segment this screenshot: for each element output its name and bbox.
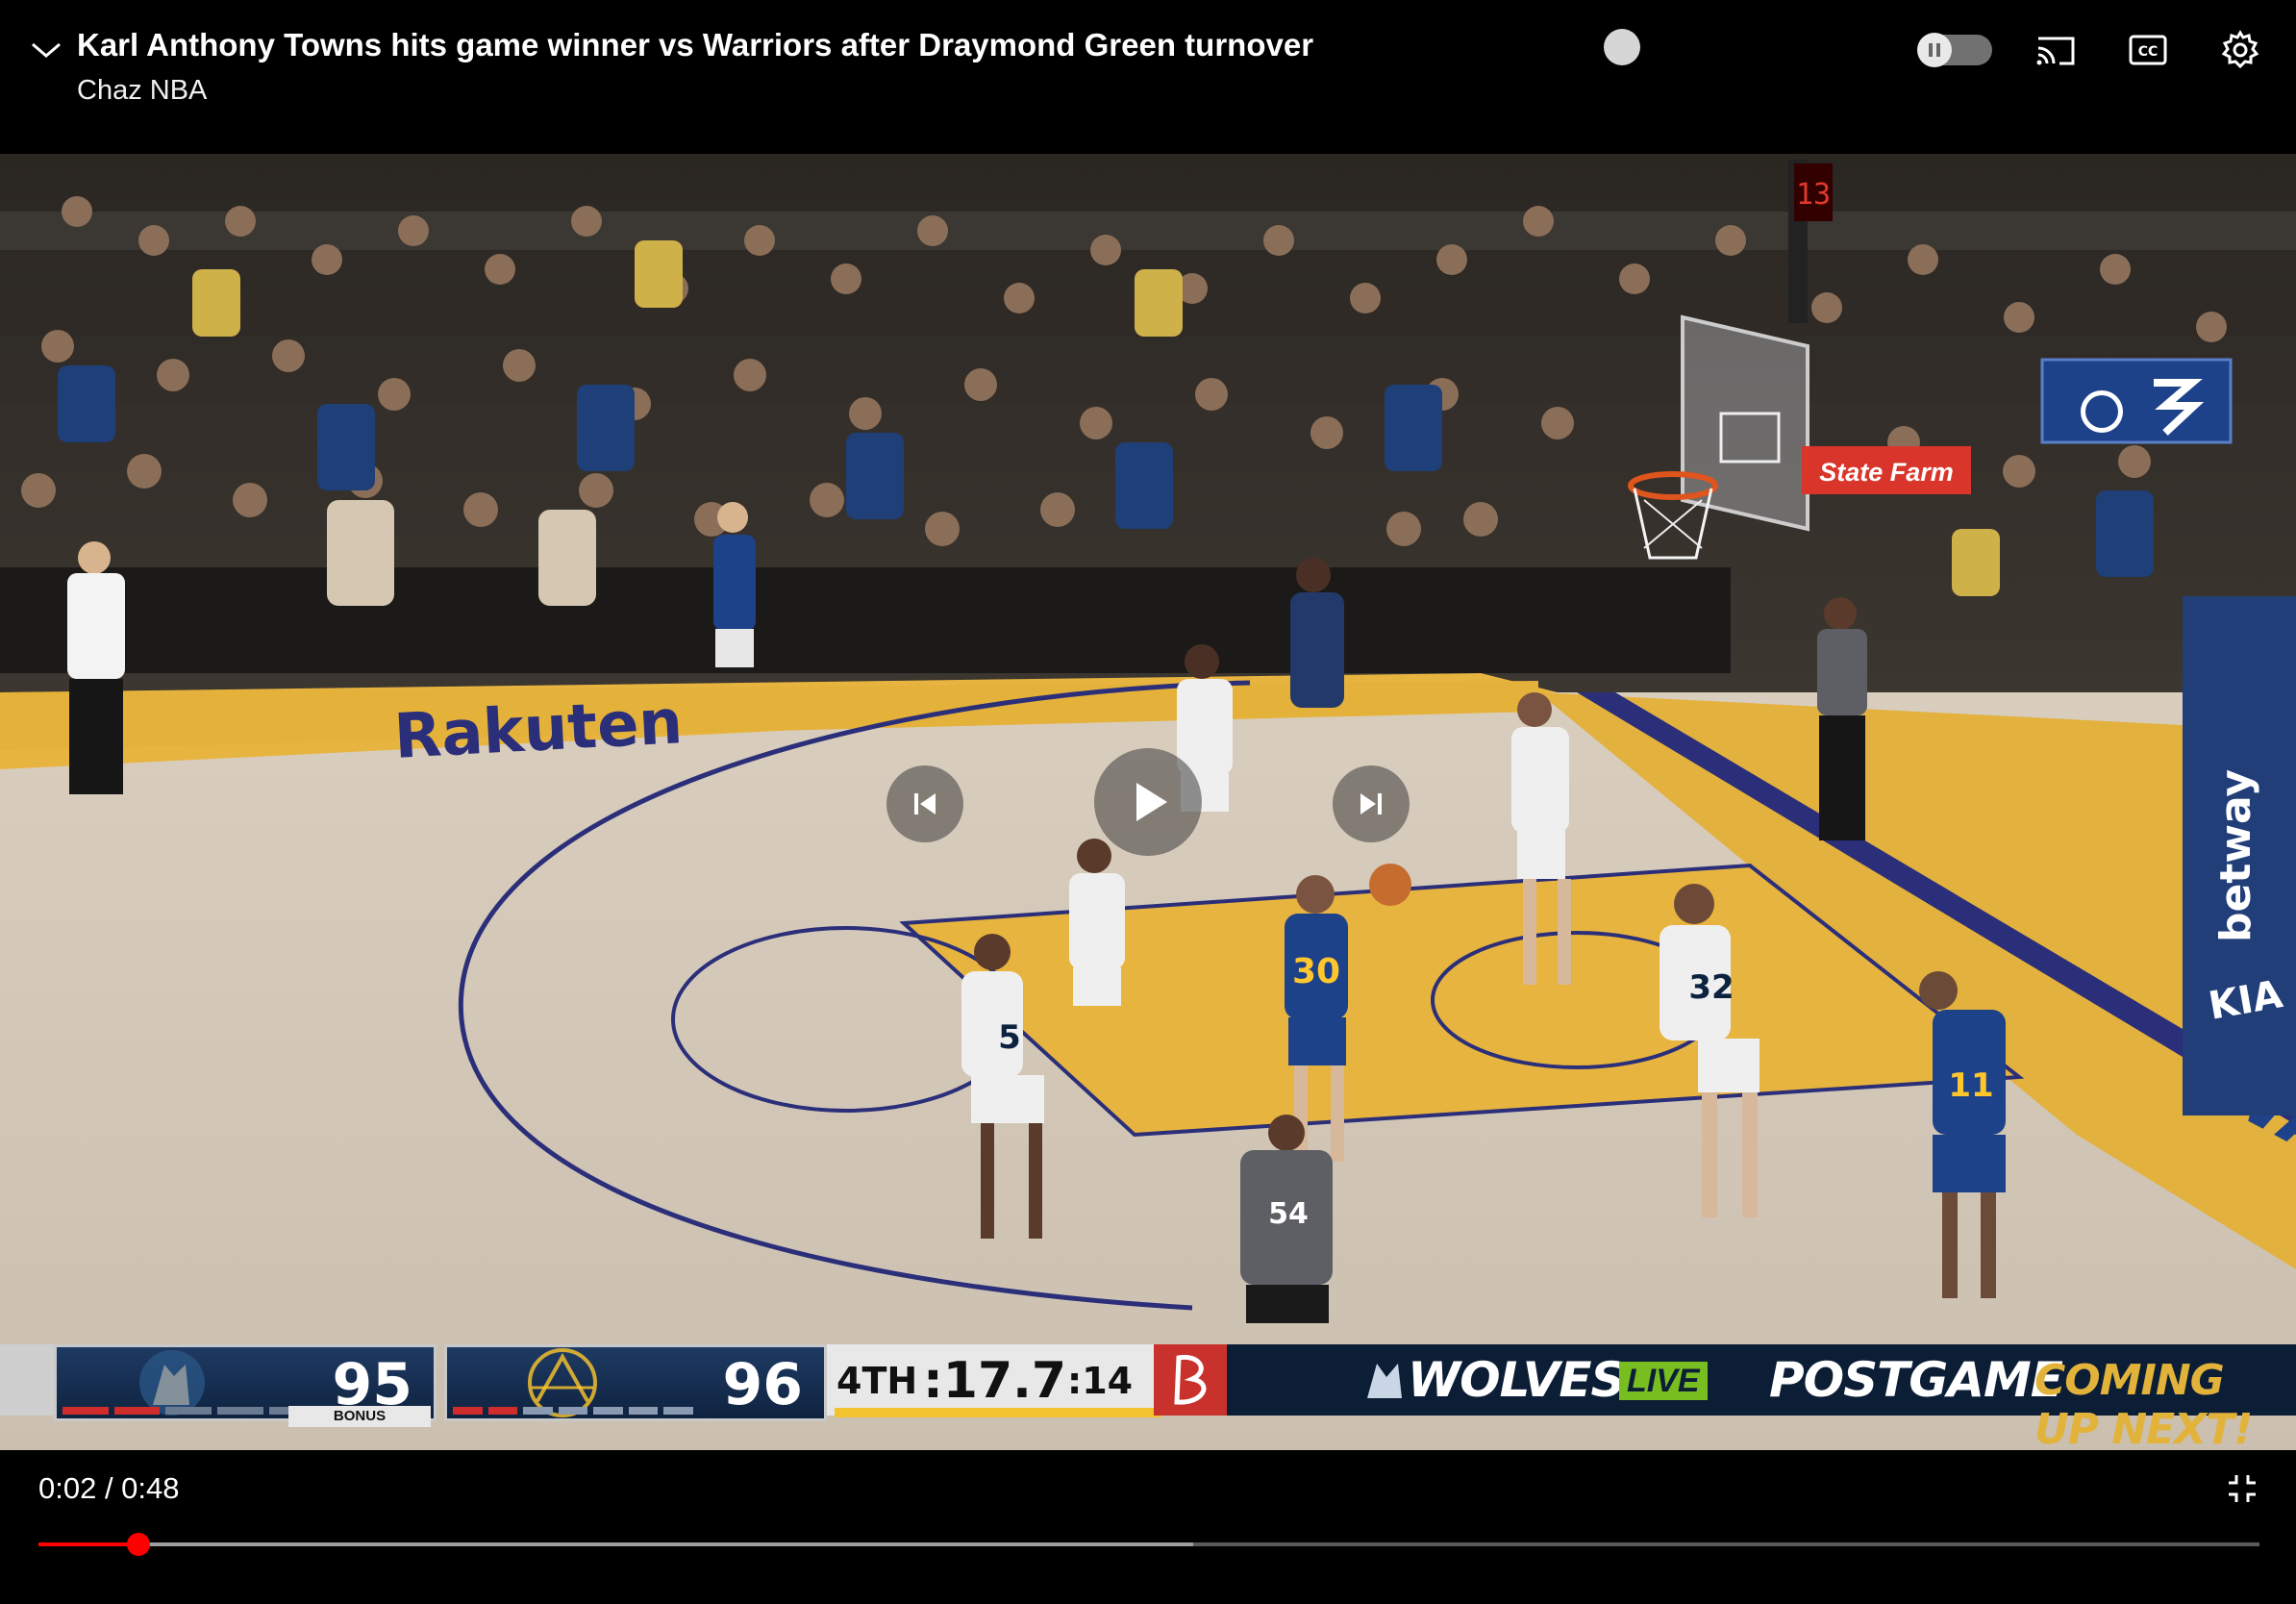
skip-next-icon[interactable] bbox=[1333, 765, 1410, 842]
progress-played bbox=[38, 1542, 138, 1546]
bonus-label: BONUS bbox=[288, 1406, 431, 1427]
video-player: Karl Anthony Towns hits game winner vs W… bbox=[0, 0, 2296, 1604]
svg-text:CC: CC bbox=[2138, 44, 2159, 60]
person-left bbox=[67, 541, 125, 794]
home-team-box: 96 bbox=[444, 1344, 827, 1421]
courtside-sponsor: Rakuten bbox=[392, 687, 685, 773]
period: 4TH bbox=[836, 1360, 918, 1402]
bally-sports-logo bbox=[1154, 1344, 1227, 1416]
shot-clock: :14 bbox=[1067, 1360, 1134, 1402]
play-icon[interactable] bbox=[1094, 748, 1202, 856]
autoplay-toggle[interactable] bbox=[1917, 33, 1992, 67]
scoreboard: 95 BONUS 96 4TH :17.7 :14 WOLVES LIVE PO… bbox=[0, 1329, 2296, 1450]
promo-banner: WOLVES LIVE POSTGAME COMING UP NEXT! bbox=[1154, 1344, 2296, 1450]
progress-buffered bbox=[38, 1542, 1194, 1546]
promo-wolves: WOLVES bbox=[1408, 1352, 1625, 1408]
channel-name[interactable]: Chaz NBA bbox=[77, 75, 207, 107]
svg-text:30: 30 bbox=[1292, 952, 1340, 991]
game-clock-box: 4TH :17.7 :14 bbox=[827, 1344, 1161, 1417]
video-title: Karl Anthony Towns hits game winner vs W… bbox=[77, 27, 1314, 63]
wolves-icon bbox=[1367, 1364, 1402, 1398]
cast-icon[interactable] bbox=[2031, 25, 2081, 75]
skip-previous-icon[interactable] bbox=[886, 765, 963, 842]
svg-text:54: 54 bbox=[1268, 1197, 1309, 1231]
exit-fullscreen-icon[interactable] bbox=[2223, 1469, 2261, 1508]
ad-betway: betway bbox=[2211, 769, 2260, 942]
ambient-dot bbox=[1604, 29, 1640, 65]
ad-statefarm: State Farm bbox=[1819, 458, 1954, 487]
svg-text:11: 11 bbox=[1948, 1066, 1993, 1105]
promo-coming-up: COMING UP NEXT! bbox=[2034, 1356, 2253, 1450]
svg-text:13: 13 bbox=[1796, 178, 1831, 212]
referee-right bbox=[1817, 597, 1867, 840]
cc-icon[interactable]: CC bbox=[2123, 25, 2173, 75]
home-score: 96 bbox=[722, 1351, 804, 1418]
progress-bar[interactable] bbox=[38, 1533, 2259, 1556]
svg-text:32: 32 bbox=[1688, 968, 1734, 1007]
svg-text:5: 5 bbox=[998, 1018, 1021, 1057]
promo-live-badge: LIVE bbox=[1619, 1362, 1708, 1400]
game-clock: :17.7 bbox=[923, 1352, 1067, 1410]
gear-icon[interactable] bbox=[2215, 25, 2265, 75]
promo-postgame: POSTGAME bbox=[1769, 1352, 2063, 1408]
chevron-down-icon[interactable] bbox=[25, 29, 67, 71]
time-display: 0:02 / 0:48 bbox=[38, 1471, 180, 1505]
video-frame[interactable]: 13 State Farm Rakuten WAR betway KIA 30 … bbox=[0, 154, 2296, 1450]
progress-scrubber[interactable] bbox=[126, 1533, 150, 1556]
top-bar: Karl Anthony Towns hits game winner vs W… bbox=[0, 0, 2296, 154]
pause-icon bbox=[1917, 33, 1952, 67]
